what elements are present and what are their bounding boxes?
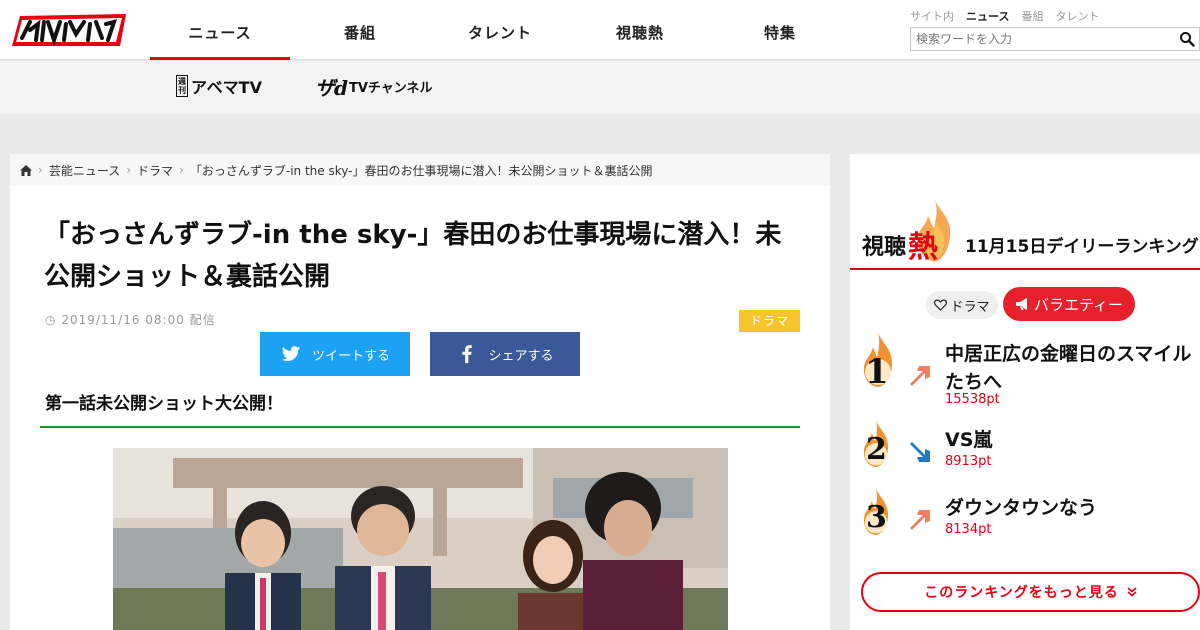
scope-news[interactable]: ニュース [966, 8, 1009, 24]
section-heading: 第一話未公開ショット大公開！ [40, 386, 800, 428]
weekly-tag: 週刊 [176, 75, 188, 97]
breadcrumb: › 芸能ニュース › ドラマ › 「おっさんずラブ-in the sky-」春田… [10, 154, 830, 186]
share-label: シェアする [488, 348, 554, 364]
nav-talent[interactable]: タレント [430, 0, 570, 60]
tab-drama-label: ドラマ [950, 299, 990, 315]
rank-number: 3 [866, 500, 887, 535]
nav-features[interactable]: 特集 [710, 0, 850, 60]
facebook-share-button[interactable]: シェアする [430, 332, 580, 376]
ranking-title-heat: 熱 [908, 230, 938, 265]
home-icon[interactable] [20, 164, 32, 176]
genre-badge[interactable]: ドラマ [739, 310, 800, 332]
more-ranking-label: このランキングをもっと見る [924, 585, 1119, 601]
global-nav: ニュース 番組 タレント 視聴熱 特集 [150, 0, 850, 60]
publish-date: ◷ 2019/11/16 08:00 配信 [45, 311, 216, 328]
breadcrumb-separator: › [179, 163, 184, 177]
ranking-date-title: 11月15日デイリーランキング [965, 237, 1199, 257]
ranking-program-title: ダウンタウンなう [945, 497, 1098, 519]
tweet-label: ツイートする [311, 348, 390, 364]
trend-up-icon [910, 366, 930, 386]
site-logo[interactable] [10, 10, 128, 52]
tweet-button[interactable]: ツイートする [260, 332, 410, 376]
ranking-header: 視聴 熱 11月15日デイリーランキング [850, 194, 1200, 270]
tab-drama[interactable]: ドラマ [926, 291, 998, 319]
heart-icon [934, 299, 948, 311]
partner-nav: 週刊 アベマTV ザd TVチャンネル [0, 61, 1200, 114]
site-header: ニュース 番組 タレント 視聴熱 特集 サイト内 ニュース 番組 タレント [0, 0, 1200, 60]
ranking-points: 8913pt [945, 454, 992, 469]
facebook-icon [462, 345, 473, 364]
tab-variety[interactable]: バラエティー [1003, 287, 1135, 321]
ranking-points: 15538pt [945, 392, 1000, 407]
abema-link[interactable]: 週刊 アベマTV [176, 73, 262, 99]
za-d-mark-icon: ザd [315, 75, 348, 100]
dtv-label: TVチャンネル [348, 80, 433, 96]
chevron-double-down-icon [1127, 587, 1137, 597]
abema-label: アベマTV [191, 78, 262, 97]
clock-icon: ◷ [45, 313, 57, 327]
ranking-points: 8134pt [945, 522, 992, 537]
tab-variety-label: バラエティー [1033, 295, 1124, 314]
article-title: 「おっさんずラブ-in the sky-」春田のお仕事現場に潜入！未公開ショット… [44, 220, 782, 292]
megaphone-icon [1015, 298, 1027, 310]
search-box [910, 27, 1200, 51]
ranking-sidebar: 視聴 熱 11月15日デイリーランキング ドラマ バラエティー 1 中居正広の金… [850, 154, 1200, 630]
nav-news[interactable]: ニュース [150, 0, 290, 60]
scope-programs[interactable]: 番組 [1021, 8, 1043, 24]
breadcrumb-entertainment-news[interactable]: 芸能ニュース [49, 162, 120, 179]
article: › 芸能ニュース › ドラマ › 「おっさんずラブ-in the sky-」春田… [10, 154, 830, 630]
breadcrumb-current: 「おっさんずラブ-in the sky-」春田のお仕事現場に潜入！未公開ショット… [189, 163, 653, 178]
dtv-link[interactable]: ザd TVチャンネル [315, 73, 433, 100]
scope-site[interactable]: サイト内 [910, 8, 954, 24]
ranking-program-title: 中居正広の金曜日のスマイルたちへ [945, 343, 1192, 393]
search-icon[interactable] [1179, 31, 1195, 47]
rank-number: 2 [866, 432, 887, 467]
breadcrumb-separator: › [126, 163, 132, 177]
trend-down-icon [910, 442, 930, 462]
twitter-icon [281, 346, 301, 362]
ranking-program-title: VS嵐 [945, 429, 993, 451]
article-photo[interactable] [113, 448, 728, 630]
search-input[interactable] [911, 28, 1171, 50]
trend-up-icon [910, 510, 930, 530]
rank-number: 1 [865, 352, 889, 392]
ranking-title-viewing: 視聴 [862, 235, 907, 260]
breadcrumb-drama[interactable]: ドラマ [137, 162, 173, 179]
search-scope: サイト内 ニュース 番組 タレント [910, 8, 1099, 24]
more-ranking-button[interactable]: このランキングをもっと見る [861, 572, 1200, 612]
breadcrumb-separator: › [38, 163, 43, 177]
scope-talent[interactable]: タレント [1055, 8, 1099, 24]
publish-date-text: 2019/11/16 08:00 配信 [61, 313, 216, 327]
nav-viewing-heat[interactable]: 視聴熱 [570, 0, 710, 60]
nav-programs[interactable]: 番組 [290, 0, 430, 60]
